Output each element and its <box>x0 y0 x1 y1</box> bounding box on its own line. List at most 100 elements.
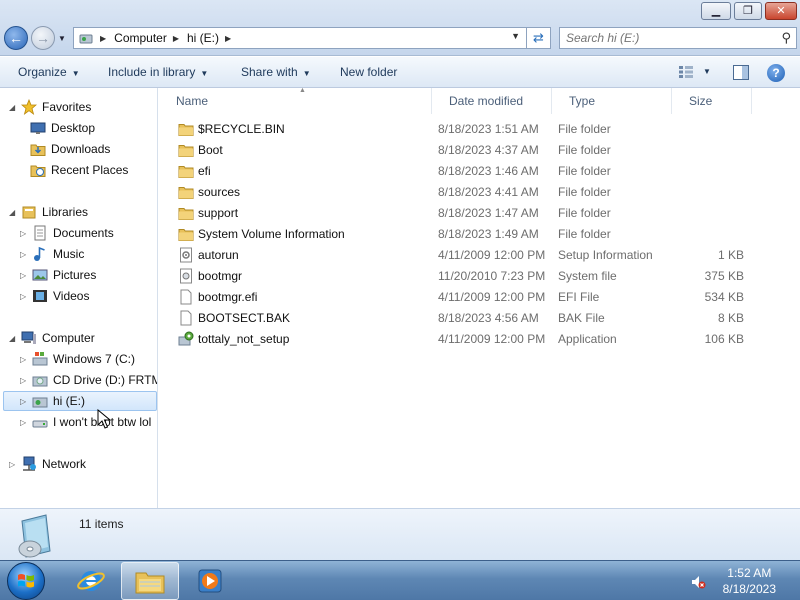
include-in-library-button[interactable]: Include in library ▼ <box>108 65 208 79</box>
expand-icon[interactable]: ▷ <box>20 397 30 406</box>
file-size: 106 KB <box>704 332 744 346</box>
sidebar-item-label: Libraries <box>42 205 89 219</box>
refresh-icon: ⇄ <box>533 30 544 45</box>
file-row[interactable]: bootmgr.efi 4/11/2009 12:00 PM EFI File 534… <box>159 287 800 308</box>
folder-icon <box>178 166 194 178</box>
recent-pages-dropdown[interactable]: ▼ <box>58 34 66 43</box>
file-list: ▲ Name Date modified Type Size $RECYCLE.… <box>159 87 800 508</box>
sidebar-item-computer[interactable]: ◢ Computer <box>9 328 95 348</box>
sidebar-item-recent-places[interactable]: Recent Places <box>30 160 128 180</box>
taskbar-internet-explorer[interactable] <box>62 562 120 600</box>
share-with-button[interactable]: Share with ▼ <box>241 65 311 79</box>
file-size: 375 KB <box>704 269 744 283</box>
collapse-icon[interactable]: ◢ <box>9 103 19 112</box>
restore-icon: ❐ <box>743 4 753 17</box>
system-clock[interactable]: 1:52 AM 8/18/2023 <box>723 565 776 597</box>
help-button[interactable]: ? <box>767 64 785 82</box>
file-name: efi <box>198 164 211 178</box>
file-name: support <box>198 206 239 220</box>
file-row[interactable]: bootmgr 11/20/2010 7:23 PM System file 375 … <box>159 266 800 287</box>
close-button[interactable]: ✕ <box>765 2 797 20</box>
expand-icon[interactable]: ▷ <box>20 271 30 280</box>
file-row[interactable]: efi 8/18/2023 1:46 AM File folder <box>159 161 800 182</box>
sidebar-item-libraries[interactable]: ◢ Libraries <box>9 202 88 222</box>
sidebar-item-hi-drive[interactable]: ▷ hi (E:) <box>3 391 157 411</box>
chevron-down-icon: ▼ <box>200 69 209 78</box>
column-header-date[interactable]: Date modified <box>432 88 552 114</box>
folder-icon <box>178 208 194 220</box>
restore-button[interactable]: ❐ <box>734 2 762 20</box>
sidebar-item-videos[interactable]: ▷ Videos <box>20 286 89 306</box>
sidebar-item-label: Documents <box>53 226 114 240</box>
sidebar-item-music[interactable]: ▷ Music <box>20 244 84 264</box>
file-row[interactable]: Boot 8/18/2023 4:37 AM File folder <box>159 140 800 161</box>
setup-info-icon <box>180 247 192 263</box>
sidebar-item-label: Downloads <box>51 142 111 156</box>
breadcrumb-computer[interactable]: Computer <box>114 31 167 45</box>
taskbar-windows-explorer[interactable] <box>121 562 179 600</box>
close-icon: ✕ <box>776 4 786 17</box>
file-row[interactable]: autorun 4/11/2009 12:00 PM Setup Informati… <box>159 245 800 266</box>
search-input[interactable] <box>560 28 760 48</box>
breadcrumb-separator[interactable]: ▶ <box>225 34 231 43</box>
file-row[interactable]: System Volume Information 8/18/2023 1:49 … <box>159 224 800 245</box>
file-row[interactable]: support 8/18/2023 1:47 AM File folder <box>159 203 800 224</box>
column-header-type[interactable]: Type <box>552 88 672 114</box>
sidebar-item-label: Windows 7 (C:) <box>53 352 136 366</box>
file-date: 8/18/2023 1:47 AM <box>438 206 539 220</box>
sidebar-item-desktop[interactable]: Desktop <box>30 118 95 138</box>
file-row[interactable]: BOOTSECT.BAK 8/18/2023 4:56 AM BAK File 8 K… <box>159 308 800 329</box>
new-folder-button[interactable]: New folder <box>340 65 397 79</box>
forward-button[interactable]: → <box>31 26 55 50</box>
search-box[interactable]: ⚲ <box>559 27 797 49</box>
setup-app-icon <box>178 331 194 346</box>
sidebar-item-unbootable-drive[interactable]: ▷ I won't boot btw lol <box>20 412 151 432</box>
file-row[interactable]: sources 8/18/2023 4:41 AM File folder <box>159 182 800 203</box>
expand-icon[interactable]: ▷ <box>20 355 30 364</box>
refresh-button[interactable]: ⇄ <box>527 27 551 49</box>
sidebar-item-pictures[interactable]: ▷ Pictures <box>20 265 96 285</box>
expand-icon[interactable]: ▷ <box>20 418 30 427</box>
expand-icon[interactable]: ▷ <box>20 229 30 238</box>
sidebar-item-label: hi (E:) <box>53 394 86 408</box>
organize-button[interactable]: Organize ▼ <box>18 65 80 79</box>
column-header-size[interactable]: Size <box>672 88 752 114</box>
sidebar-item-downloads[interactable]: Downloads <box>30 139 110 159</box>
back-arrow-icon: ← <box>9 30 23 46</box>
network-icon <box>23 456 36 471</box>
breadcrumb-separator[interactable]: ▶ <box>100 34 106 43</box>
taskbar-media-player[interactable] <box>181 562 239 600</box>
file-row[interactable]: $RECYCLE.BIN 8/18/2023 1:51 AM File folder <box>159 119 800 140</box>
sidebar-item-cd-drive[interactable]: ▷ CD Drive (D:) FRTMEDVD <box>20 370 157 390</box>
sidebar-item-favorites[interactable]: ◢ Favorites <box>9 97 91 117</box>
volume-muted-icon[interactable] <box>690 574 706 590</box>
sidebar-item-documents[interactable]: ▷ Documents <box>20 223 114 243</box>
taskbar: 1:52 AM 8/18/2023 <box>0 560 800 600</box>
file-type: Setup Information <box>558 248 653 262</box>
chevron-down-icon: ▼ <box>71 69 80 78</box>
breadcrumb-separator[interactable]: ▶ <box>173 34 179 43</box>
address-dropdown-icon[interactable]: ▼ <box>511 31 520 41</box>
start-button[interactable] <box>7 562 45 600</box>
expand-icon[interactable]: ▷ <box>20 376 30 385</box>
file-type: Application <box>558 332 617 346</box>
expand-icon[interactable]: ▷ <box>20 250 30 259</box>
file-type: File folder <box>558 185 611 199</box>
collapse-icon[interactable]: ◢ <box>9 208 19 217</box>
collapse-icon[interactable]: ◢ <box>9 334 19 343</box>
search-icon[interactable]: ⚲ <box>781 30 791 46</box>
file-name: autorun <box>198 248 239 262</box>
address-bar[interactable]: ▶ Computer ▶ hi (E:) ▶ ▼ <box>73 27 527 49</box>
column-header-name[interactable]: Name <box>159 88 432 114</box>
expand-icon[interactable]: ▷ <box>9 460 19 469</box>
change-view-icon[interactable] <box>678 65 694 79</box>
expand-icon[interactable]: ▷ <box>20 292 30 301</box>
sidebar-item-windows-drive[interactable]: ▷ Windows 7 (C:) <box>20 349 135 369</box>
back-button[interactable]: ← <box>4 26 28 50</box>
preview-pane-icon[interactable] <box>733 65 749 80</box>
sidebar-item-network[interactable]: ▷ Network <box>9 454 86 474</box>
view-options-dropdown[interactable]: ▼ <box>703 67 711 76</box>
minimize-button[interactable]: ▁ <box>701 2 731 20</box>
file-row[interactable]: tottaly_not_setup 4/11/2009 12:00 PM Appli… <box>159 329 800 350</box>
breadcrumb-drive[interactable]: hi (E:) <box>187 31 219 45</box>
